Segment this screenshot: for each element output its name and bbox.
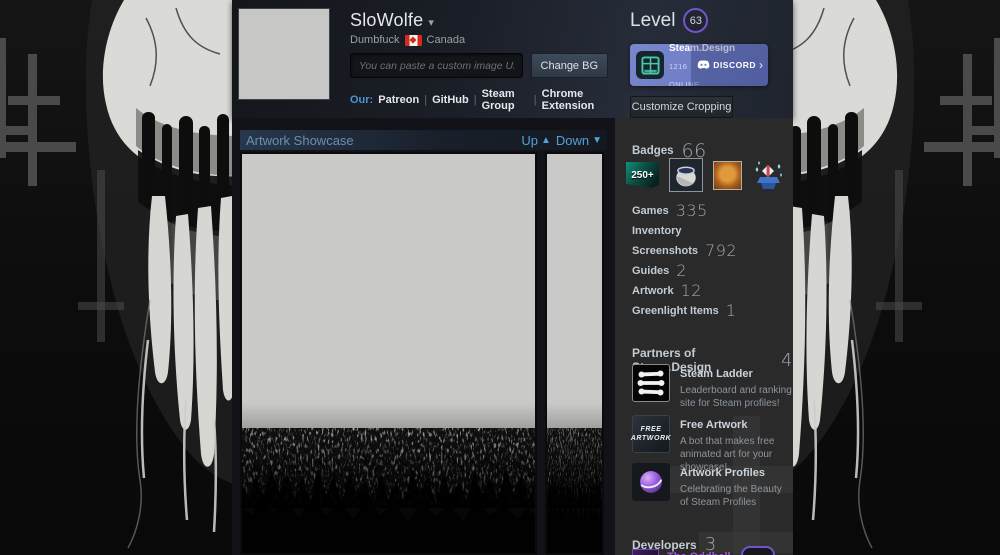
- stat-guides[interactable]: Guides2: [632, 264, 737, 277]
- link-github[interactable]: GitHub: [432, 94, 469, 106]
- artwork-showcase: Artwork Showcase Up ▲ Down ▼: [232, 118, 615, 555]
- cut-off-widget[interactable]: [741, 546, 775, 555]
- stat-screenshots[interactable]: Screenshots792: [632, 244, 737, 257]
- discord-brand: DISCORD ›: [691, 44, 768, 86]
- custom-image-url-input[interactable]: [350, 53, 523, 78]
- profile-subline: Dumbfuck Canada: [350, 34, 608, 46]
- stat-games[interactable]: Games335: [632, 204, 737, 217]
- username: SloWolfe: [350, 10, 423, 31]
- avatar[interactable]: [238, 8, 330, 100]
- chevron-down-icon: ▾: [428, 12, 434, 29]
- badge-coin-icon[interactable]: [713, 161, 742, 190]
- link-patreon[interactable]: Patreon: [378, 94, 419, 106]
- steam-design-icon: [636, 51, 664, 79]
- change-bg-button[interactable]: Change BG: [531, 53, 608, 78]
- link-steam-group[interactable]: Steam Group: [482, 88, 529, 112]
- developer-avatar: [632, 549, 659, 555]
- free-artwork-icon: FREE ARTWORK: [632, 415, 670, 453]
- level-badge: 63: [683, 8, 708, 33]
- artwork-image-main[interactable]: [240, 152, 537, 555]
- discord-logo-icon: [697, 60, 710, 70]
- ladder-icon: [632, 364, 670, 402]
- level-label: Level: [630, 10, 675, 32]
- partner-artwork-profiles[interactable]: Artwork Profiles Celebrating the Beauty …: [632, 463, 792, 509]
- profile-content: SloWolfe ▾ Dumbfuck Canada Change BG Our…: [232, 0, 793, 555]
- badges-label: Badges: [632, 145, 674, 157]
- planet-icon: [632, 463, 670, 501]
- chevron-right-icon: ›: [759, 59, 763, 71]
- real-name: Dumbfuck: [350, 34, 400, 46]
- our-label: Our:: [350, 94, 373, 106]
- stat-inventory[interactable]: Inventory: [632, 224, 737, 237]
- link-chrome-extension[interactable]: Chrome Extension: [542, 88, 608, 112]
- level-display: Level 63: [630, 6, 782, 35]
- showcase-title: Artwork Showcase: [246, 133, 354, 148]
- profile-sidebar: Badges 66 250+: [615, 118, 793, 555]
- developer-the-oddball[interactable]: The Oddball: [632, 549, 731, 555]
- down-arrow-icon: ▼: [592, 134, 602, 146]
- move-up-button[interactable]: Up ▲: [521, 133, 551, 148]
- badge-crystal-icon[interactable]: [752, 159, 785, 192]
- country-label: Canada: [427, 34, 466, 46]
- grunge-texture: [547, 403, 602, 553]
- separator: |: [424, 94, 427, 106]
- customize-cropping-button[interactable]: Customize Cropping: [630, 96, 733, 118]
- discord-widget[interactable]: Steam.Design 1216 ONLINE DISCORD ›: [630, 44, 768, 86]
- artwork-image-side[interactable]: [545, 152, 604, 555]
- badge-pot-icon[interactable]: [669, 158, 703, 192]
- badge-250-plus[interactable]: 250+: [626, 162, 659, 188]
- discord-brand-label: DISCORD: [713, 60, 756, 70]
- profile-header: SloWolfe ▾ Dumbfuck Canada Change BG Our…: [232, 0, 793, 118]
- partner-steam-ladder[interactable]: Steam Ladder Leaderboard and ranking sit…: [632, 364, 792, 410]
- canada-flag-icon: [405, 35, 422, 46]
- up-arrow-icon: ▲: [541, 134, 551, 146]
- separator: |: [534, 94, 537, 106]
- username-dropdown[interactable]: SloWolfe ▾: [350, 10, 608, 31]
- stat-greenlight-items[interactable]: Greenlight Items1: [632, 304, 737, 317]
- stat-artwork[interactable]: Artwork12: [632, 284, 737, 297]
- move-down-button[interactable]: Down ▼: [556, 133, 602, 148]
- grunge-texture: [242, 403, 535, 553]
- separator: |: [474, 94, 477, 106]
